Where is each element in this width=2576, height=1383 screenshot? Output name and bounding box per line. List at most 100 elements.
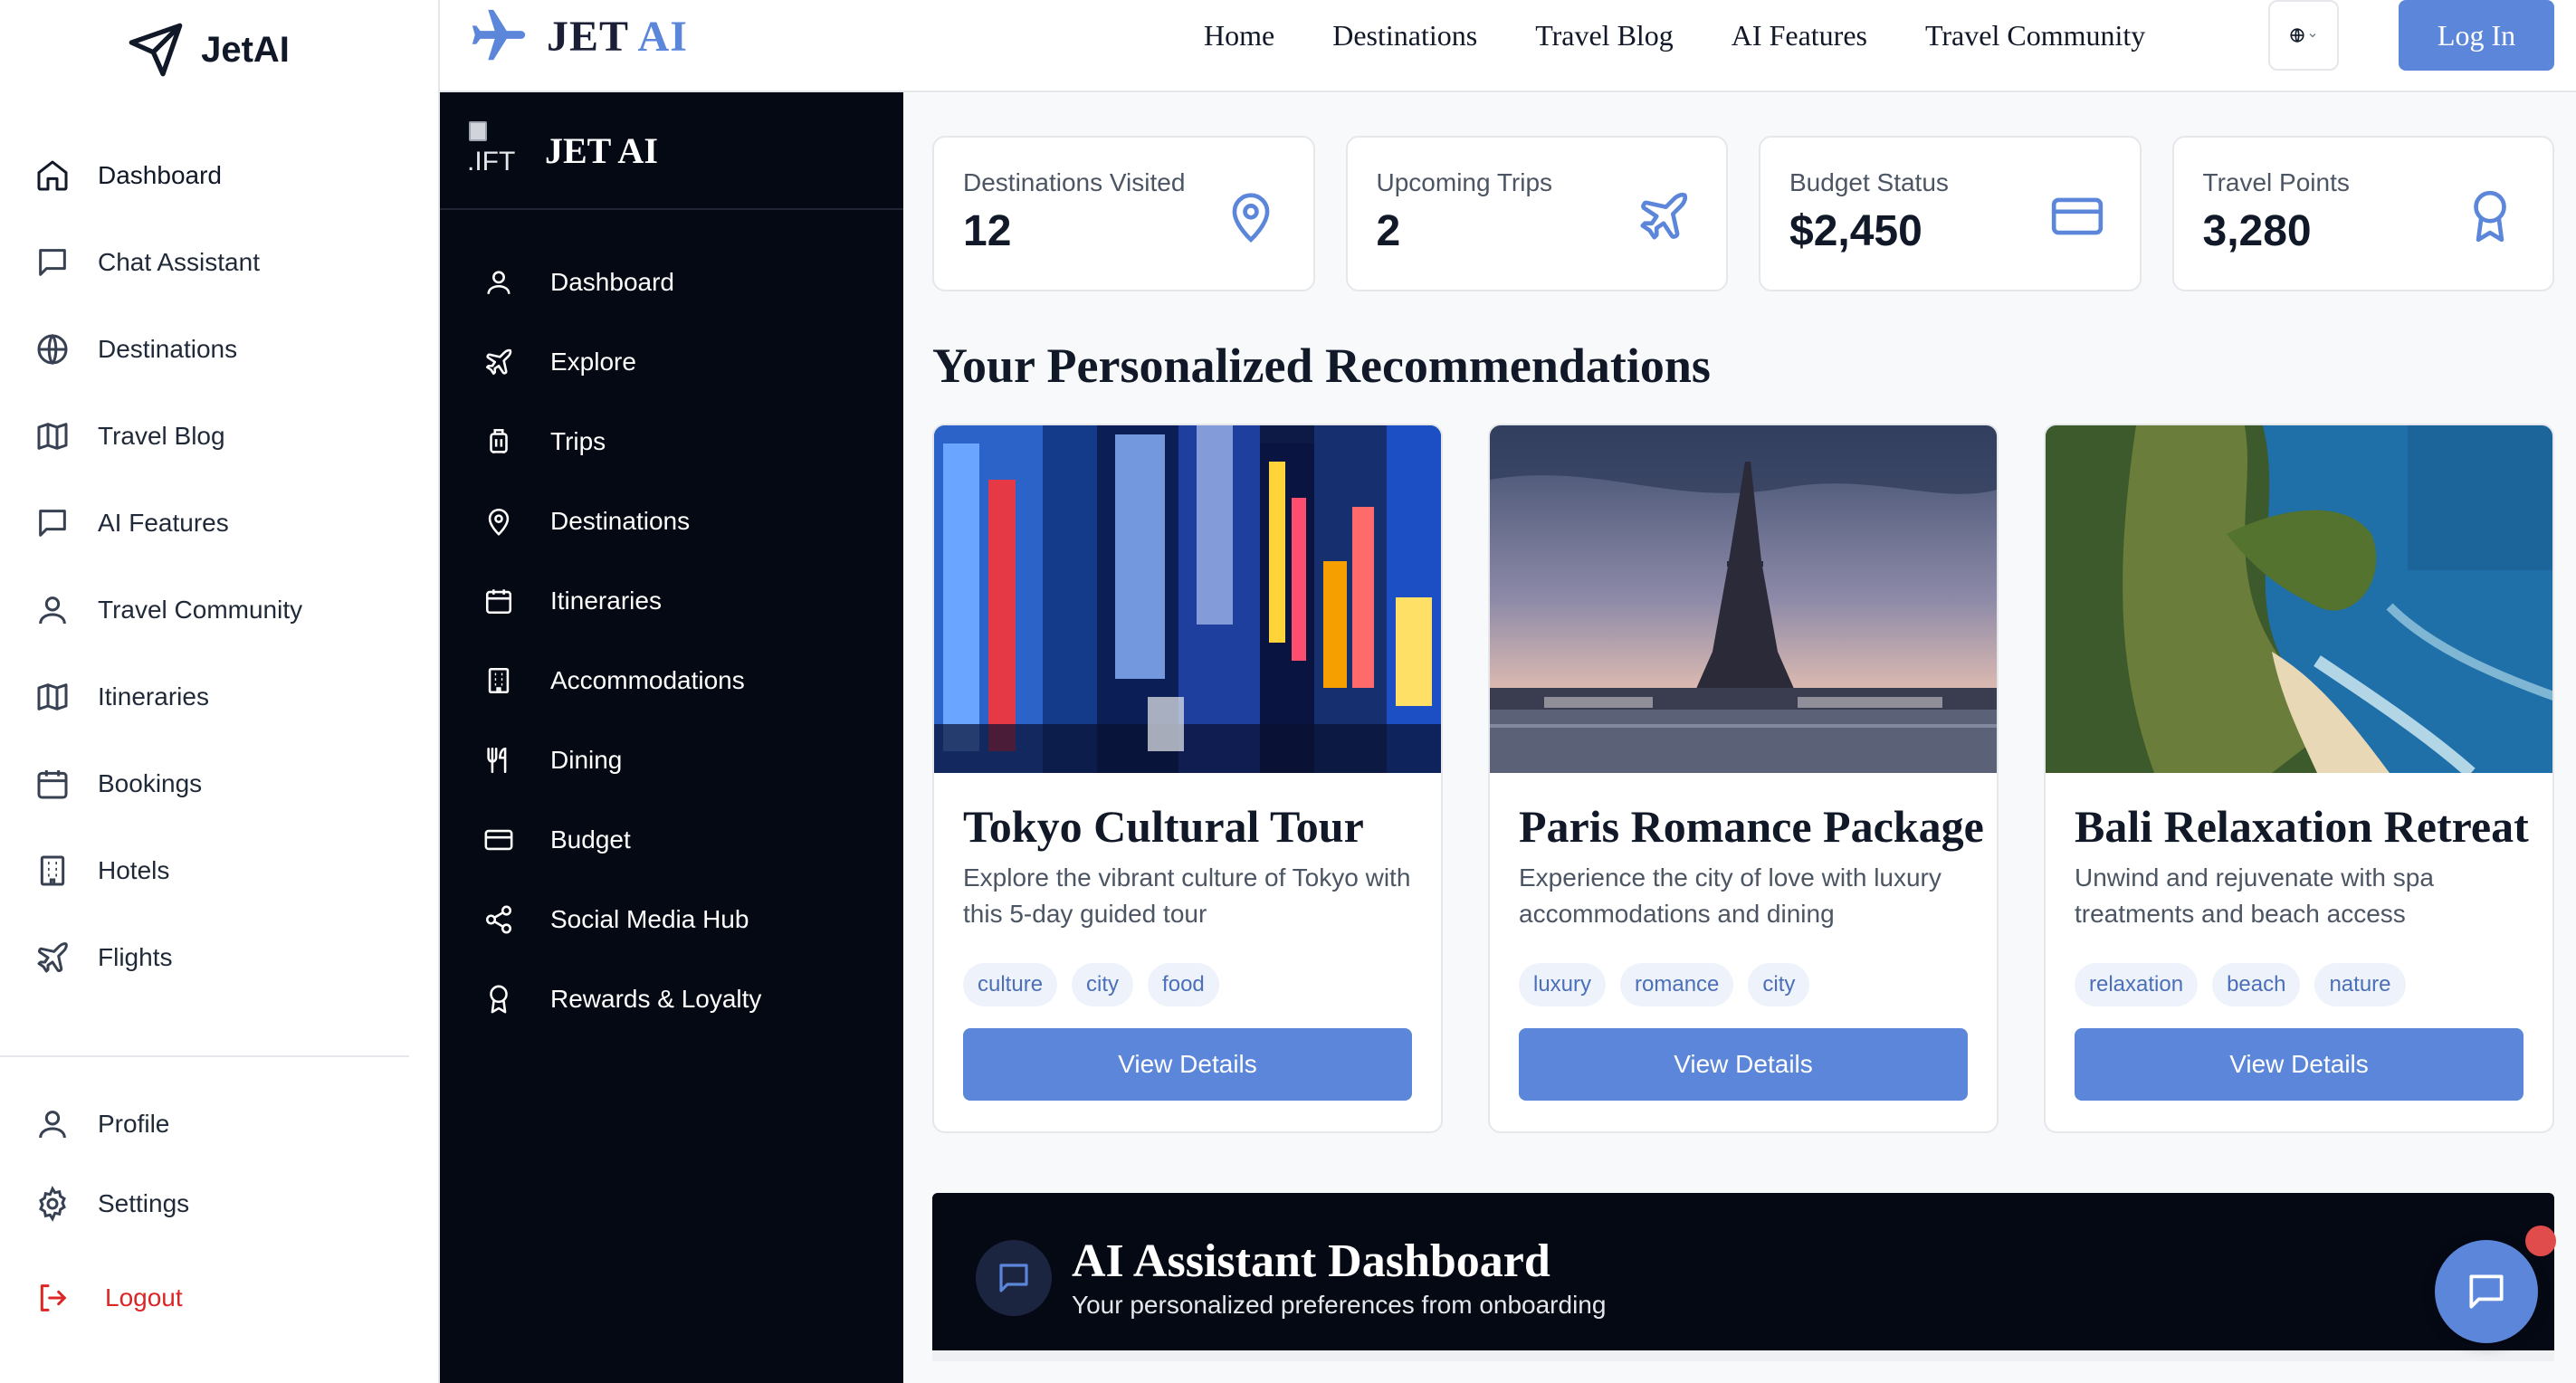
dark-item-budget[interactable]: Budget [440,800,903,880]
stat-card: Budget Status $2,450 [1759,136,2142,291]
logout-icon [34,1280,71,1316]
sidebar-item-label: Travel Blog [98,422,225,450]
view-details-button[interactable]: View Details [1519,1028,1968,1101]
dark-item-label: Dashboard [550,268,674,296]
sidebar-brand-name: JetAI [201,29,290,70]
recommendation-card[interactable]: Paris Romance Package Experience the cit… [1488,424,1999,1133]
dark-item-label: Accommodations [550,666,745,694]
chat-icon [2464,1269,2509,1314]
sidebar-item-profile[interactable]: Profile [0,1084,425,1164]
plane-icon [34,939,71,976]
view-details-button[interactable]: View Details [2075,1028,2524,1101]
tag-list: culture city food [963,963,1412,1006]
main-content: Destinations Visited 12 Upcoming Trips 2… [932,136,2554,1361]
recommendation-card[interactable]: Bali Relaxation Retreat Unwind and rejuv… [2044,424,2554,1133]
tag: relaxation [2075,963,2199,1006]
sidebar-item-label: AI Features [98,509,229,537]
sidebar-item-label: Itineraries [98,682,209,711]
sidebar-item-chat-assistant[interactable]: Chat Assistant [0,219,425,306]
dark-item-dining[interactable]: Dining [440,720,903,800]
sidebar-item-label: Logout [105,1283,183,1311]
sidebar-item-flights[interactable]: Flights [0,914,425,1001]
sidebar-item-destinations[interactable]: Destinations [0,306,425,393]
globe-icon [2289,27,2305,43]
sidebar-item-settings[interactable]: Settings [0,1164,425,1244]
dark-item-label: Rewards & Loyalty [550,985,762,1013]
tag-list: relaxation beach nature [2075,963,2524,1006]
dark-item-label: Itineraries [550,587,662,615]
card-title: Paris Romance Package [1519,801,1984,852]
card-description: Experience the city of love with luxury … [1519,863,1942,928]
dark-item-itineraries[interactable]: Itineraries [440,561,903,641]
calendar-icon [483,586,514,616]
nav-link-travel-blog[interactable]: Travel Blog [1535,19,1674,52]
tag: nature [2314,963,2406,1006]
recommendation-card[interactable]: Tokyo Cultural Tour Explore the vibrant … [932,424,1443,1133]
sidebar-item-logout[interactable]: Logout [0,1258,425,1338]
logo-jet: JET [547,12,629,61]
dark-item-rewards-loyalty[interactable]: Rewards & Loyalty [440,959,903,1039]
recommendations-title: Your Personalized Recommendations [932,339,1711,393]
ai-panel-subtitle: Your personalized preferences from onboa… [1072,1291,1607,1319]
globe-icon [34,331,71,367]
sidebar-brand[interactable]: JetAI [0,18,416,81]
pin-icon [483,506,514,537]
broken-image-icon [469,121,487,141]
sidebar-item-bookings[interactable]: Bookings [0,740,425,827]
sidebar-item-hotels[interactable]: Hotels [0,827,425,914]
chat-fab-button[interactable] [2435,1240,2538,1343]
share-icon [483,904,514,935]
card-title: Tokyo Cultural Tour [963,801,1364,852]
dark-item-label: Social Media Hub [550,905,749,933]
dark-item-accommodations[interactable]: Accommodations [440,641,903,720]
nav-link-travel-community[interactable]: Travel Community [1925,19,2145,52]
dark-item-social-media-hub[interactable]: Social Media Hub [440,880,903,959]
sidebar-item-label: Destinations [98,335,238,363]
tag: luxury [1519,963,1607,1006]
chat-icon [34,505,71,541]
tag: culture [963,963,1058,1006]
sidebar-item-ai-features[interactable]: AI Features [0,480,425,567]
tokyo-photo [934,425,1441,773]
sidebar-item-itineraries[interactable]: Itineraries [0,653,425,740]
plane-icon [1636,188,1692,244]
send-icon [127,21,185,79]
sidebar-item-travel-blog[interactable]: Travel Blog [0,393,425,480]
tag: city [1072,963,1134,1006]
top-logo[interactable]: JET AI [467,4,688,69]
user-icon [34,1106,71,1142]
secondary-sidebar-header: .IFT JET AI [440,92,903,210]
recommendation-cards: Tokyo Cultural Tour Explore the vibrant … [932,424,2554,1133]
card-description: Explore the vibrant culture of Tokyo wit… [963,863,1411,928]
nav-link-destinations[interactable]: Destinations [1332,19,1477,52]
dark-item-label: Trips [550,427,606,455]
award-icon [483,984,514,1015]
home-icon [34,157,71,194]
sidebar-item-travel-community[interactable]: Travel Community [0,567,425,653]
dark-item-dashboard[interactable]: Dashboard [440,243,903,322]
view-details-button[interactable]: View Details [963,1028,1412,1101]
language-selector[interactable] [2268,0,2339,71]
login-button[interactable]: Log In [2399,0,2554,71]
sidebar-item-label: Profile [98,1110,170,1138]
plane-icon [467,5,530,68]
gear-icon [34,1186,71,1222]
map-icon [34,679,71,715]
sidebar-item-dashboard[interactable]: Dashboard [0,132,425,219]
nav-link-home[interactable]: Home [1204,19,1274,52]
ai-panel-title: AI Assistant Dashboard [1072,1235,1550,1287]
dark-item-destinations[interactable]: Destinations [440,482,903,561]
nav-link-ai-features[interactable]: AI Features [1732,19,1867,52]
dark-item-label: Destinations [550,507,691,535]
tag: food [1148,963,1219,1006]
dark-item-trips[interactable]: Trips [440,402,903,482]
chat-icon [34,244,71,281]
logo-alt-text: .IFT [467,147,516,176]
award-icon [2462,188,2518,244]
logo-image-broken: .IFT [467,121,518,179]
tag-list: luxury romance city [1519,963,1968,1006]
stat-card: Travel Points 3,280 [2171,136,2554,291]
stat-card: Upcoming Trips 2 [1345,136,1728,291]
bali-photo [2046,425,2552,773]
dark-item-explore[interactable]: Explore [440,322,903,402]
